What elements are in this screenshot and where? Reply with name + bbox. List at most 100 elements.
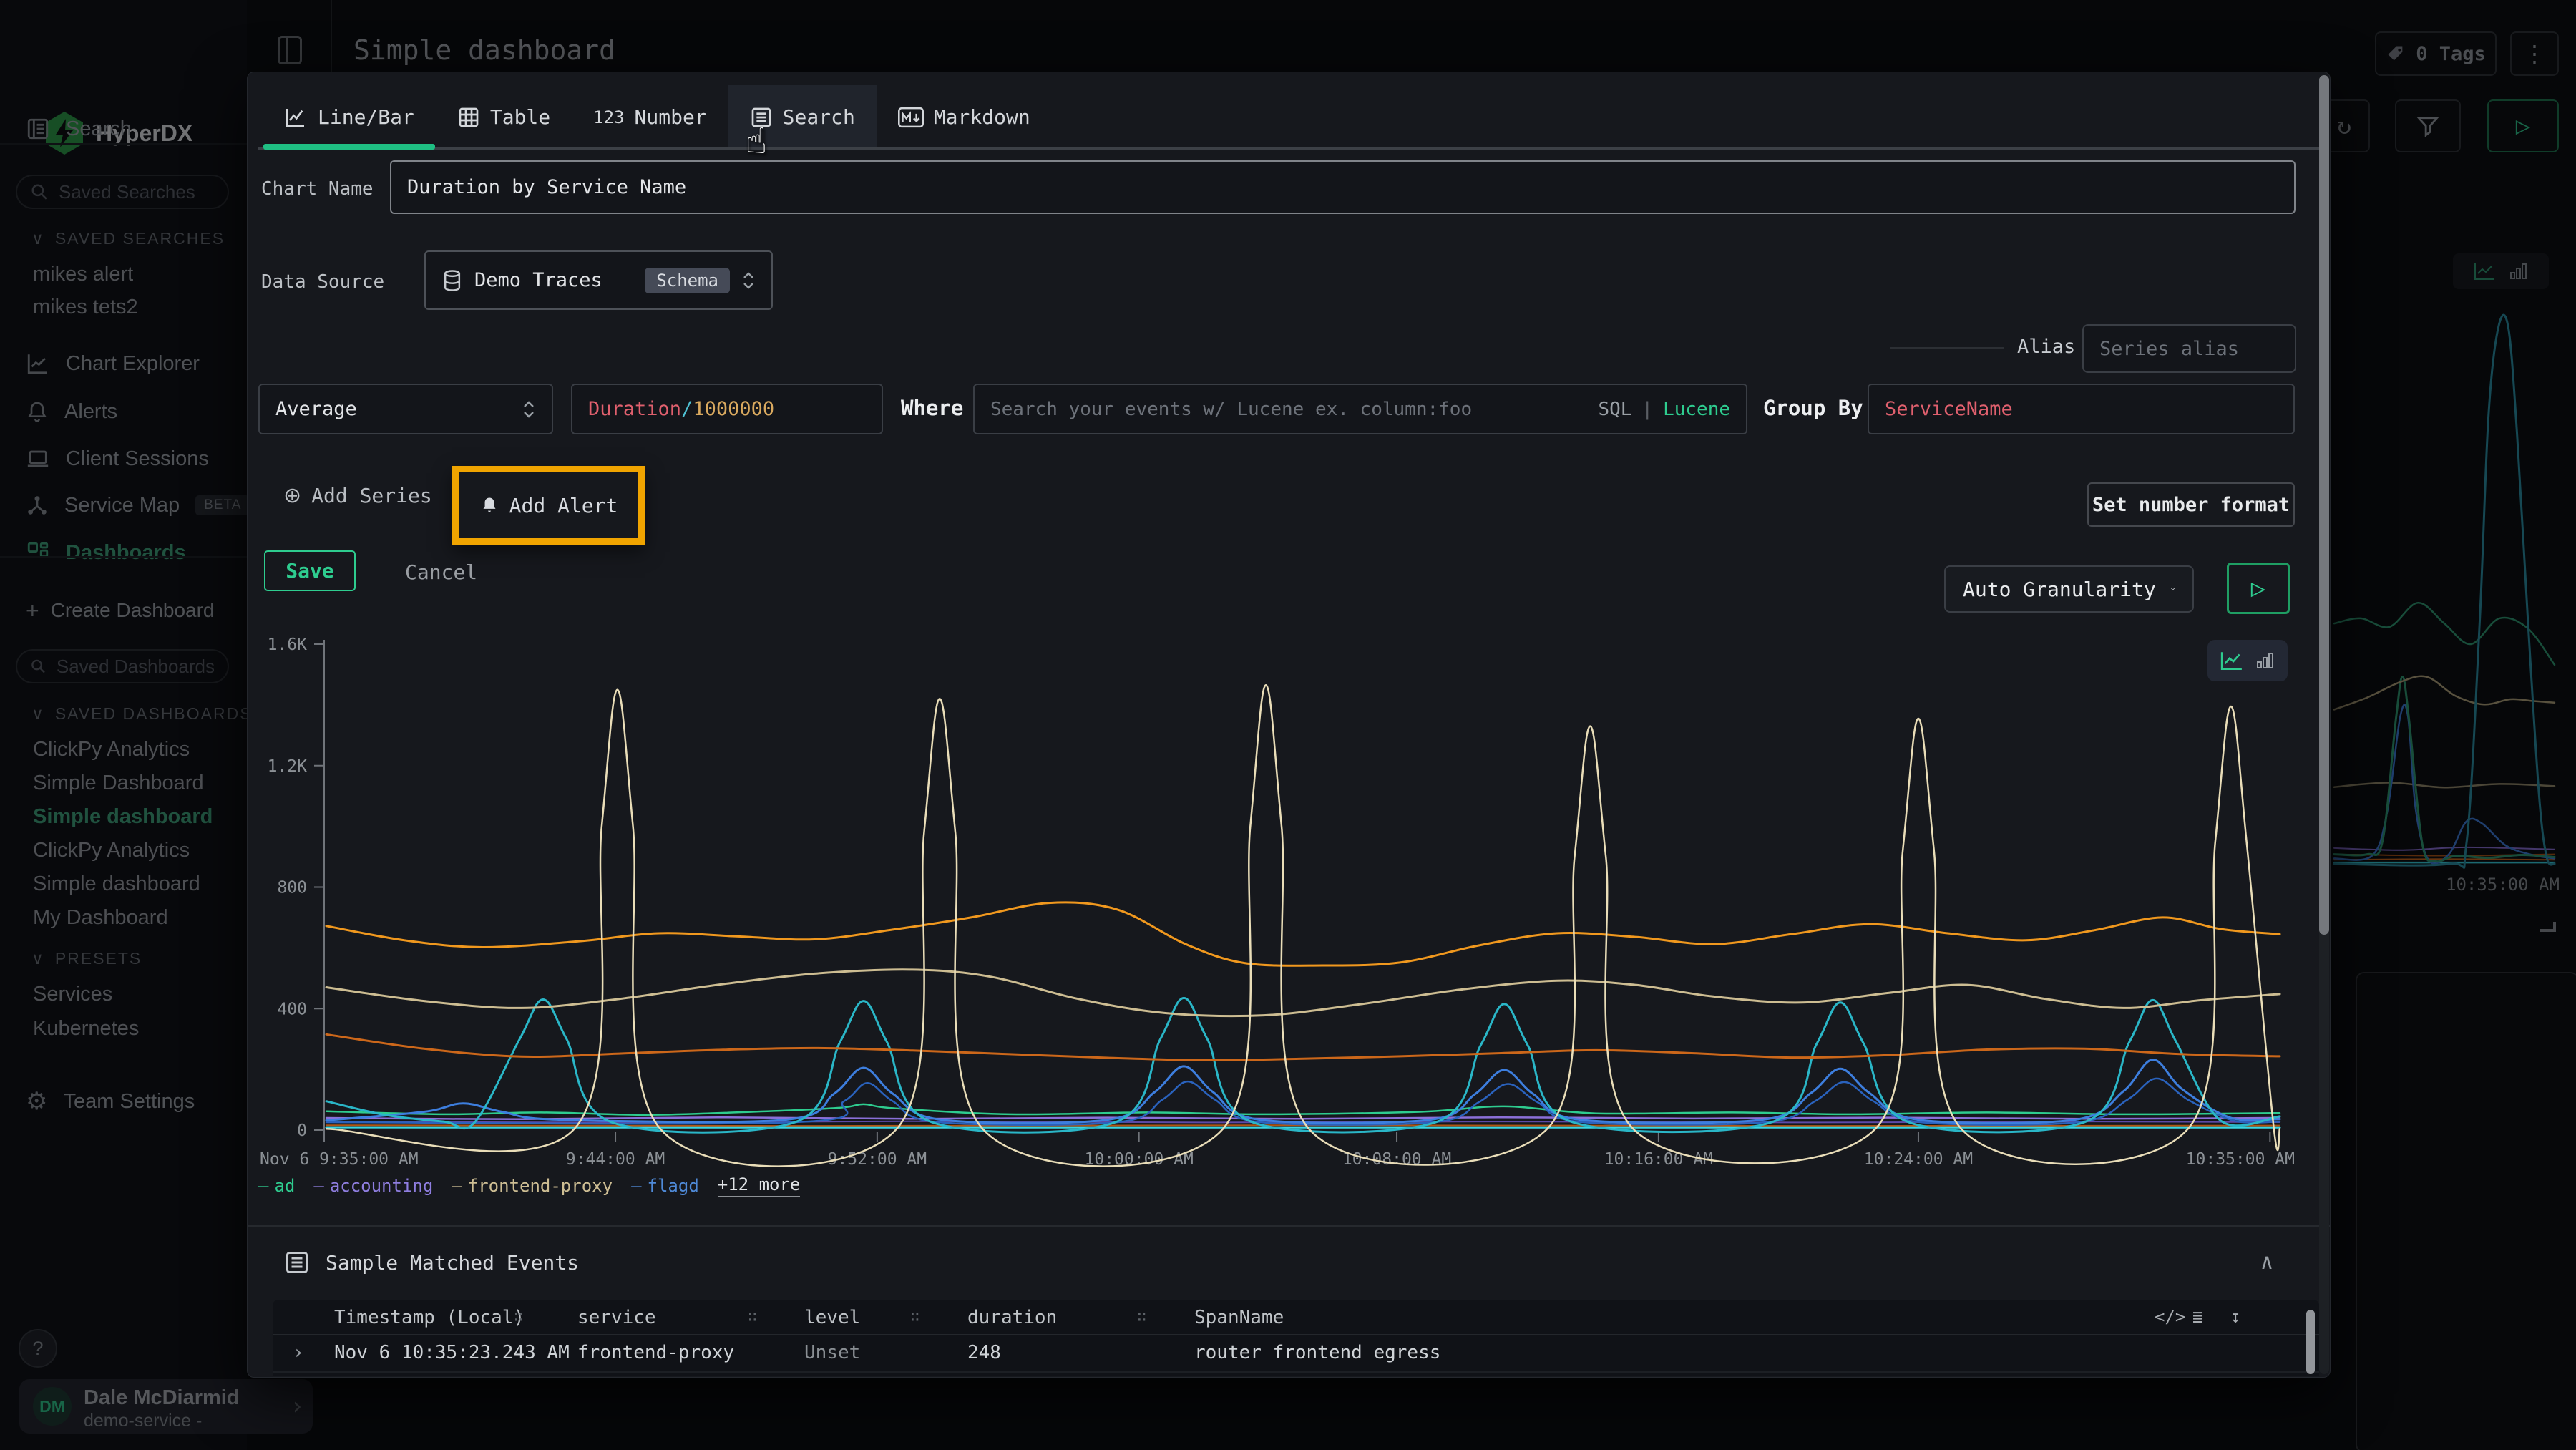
add-alert-highlight: Add Alert bbox=[452, 466, 645, 545]
legend-dash: — bbox=[631, 1176, 641, 1196]
formula-input[interactable]: Duration/1000000 bbox=[571, 384, 883, 434]
legend-dash: — bbox=[452, 1176, 462, 1196]
table-cell[interactable]: Nov 6 10:35:23.243 AM bbox=[334, 1342, 570, 1363]
column-drag-icon[interactable]: ∷ bbox=[910, 1308, 919, 1326]
column-header[interactable]: level bbox=[804, 1307, 860, 1328]
column-header[interactable]: SpanName bbox=[1194, 1307, 1284, 1328]
legend-more-link[interactable]: +12 more bbox=[718, 1174, 801, 1197]
modal-scrollbar-thumb[interactable] bbox=[2319, 75, 2329, 935]
collapse-chevron-icon[interactable]: ∧ bbox=[2260, 1250, 2273, 1275]
mouse-cursor: ☝ bbox=[746, 120, 767, 162]
play-icon: ▷ bbox=[2251, 574, 2265, 603]
column-header[interactable]: service bbox=[577, 1307, 656, 1328]
legend-item[interactable]: —flagd bbox=[631, 1176, 699, 1196]
legend-item[interactable]: —accounting bbox=[313, 1176, 433, 1196]
tab-markdown[interactable]: Markdown bbox=[877, 85, 1052, 149]
mode-separator: | bbox=[1641, 399, 1653, 420]
set-number-format-button[interactable]: Set number format bbox=[2087, 482, 2295, 527]
app-root: Simple dashboard 0 Tags ⋮ ↻ ▷ 10:35:00 A… bbox=[0, 0, 2576, 1450]
chart-play-button[interactable]: ▷ bbox=[2227, 563, 2290, 614]
column-drag-icon[interactable]: ∷ bbox=[748, 1308, 757, 1326]
where-label: Where bbox=[901, 396, 963, 420]
markdown-tab-icon bbox=[898, 107, 924, 128]
select-chevrons-icon bbox=[741, 270, 756, 291]
series-dark-orange bbox=[326, 1034, 2280, 1060]
group-by-label: Group By bbox=[1763, 396, 1863, 420]
row-divider bbox=[273, 1371, 2319, 1373]
tab-bar: Line/Bar Table 123 Number Search Markdow… bbox=[262, 85, 1052, 149]
header-divider bbox=[273, 1334, 2319, 1335]
data-source-label: Data Source bbox=[261, 271, 384, 293]
database-icon bbox=[441, 269, 463, 292]
add-series-button[interactable]: ⊕ Add Series bbox=[283, 483, 432, 508]
y-tick-label: 1.6K bbox=[268, 636, 308, 654]
series-tan bbox=[326, 970, 2280, 1016]
tab-divider bbox=[258, 147, 2319, 150]
legend-item[interactable]: —ad bbox=[258, 1176, 295, 1196]
x-tick-label: 10:24:00 AM bbox=[1864, 1150, 1973, 1169]
tab-number[interactable]: 123 Number bbox=[572, 85, 728, 149]
x-tick-label: 9:44:00 AM bbox=[566, 1150, 665, 1169]
y-tick-label: 800 bbox=[277, 879, 307, 897]
y-tick-label: 1.2K bbox=[268, 757, 308, 776]
series-cream-spikes bbox=[326, 685, 2280, 1166]
y-tick-label: 0 bbox=[297, 1121, 307, 1140]
table-scrollbar-thumb[interactable] bbox=[2306, 1310, 2315, 1374]
sample-events-table: Timestamp (Local)∷service∷level∷duration… bbox=[273, 1300, 2319, 1376]
cancel-button[interactable]: Cancel bbox=[405, 560, 477, 584]
alias-connector-line bbox=[1890, 347, 2004, 349]
chart-editor-modal: Line/Bar Table 123 Number Search Markdow… bbox=[247, 72, 2331, 1378]
formula-token: / bbox=[681, 398, 693, 420]
section-divider bbox=[248, 1225, 2330, 1227]
formula-value: Duration/1000000 bbox=[588, 398, 774, 420]
table-cell[interactable]: Unset bbox=[804, 1342, 860, 1363]
x-tick-label: 10:16:00 AM bbox=[1604, 1150, 1713, 1169]
duration-chart: 0 400 800 1.2K 1.6K Nov 6 9:35:00 AM 9:44:00 A… bbox=[258, 623, 2326, 1189]
aggregation-select[interactable]: Average bbox=[258, 384, 553, 434]
chart-name-input[interactable]: Duration by Service Name bbox=[390, 160, 2296, 214]
row-expand-chevron[interactable]: › bbox=[293, 1342, 304, 1363]
series-green bbox=[326, 1104, 2280, 1115]
granularity-select[interactable]: Auto Granularity bbox=[1944, 565, 2194, 613]
table-cell[interactable]: 248 bbox=[967, 1342, 1001, 1363]
alias-input[interactable]: Series alias bbox=[2082, 324, 2296, 373]
formula-token: 1000000 bbox=[693, 398, 774, 420]
number-tab-icon: 123 bbox=[593, 107, 624, 127]
wrap-lines-icon[interactable]: ≣ bbox=[2192, 1307, 2202, 1327]
y-tick-label: 400 bbox=[277, 1000, 307, 1018]
active-tab-underline bbox=[263, 144, 435, 150]
table-cell[interactable]: router frontend egress bbox=[1194, 1342, 1440, 1363]
group-by-input[interactable]: ServiceName bbox=[1868, 384, 2295, 434]
lucene-mode-button[interactable]: Lucene bbox=[1663, 399, 1730, 420]
series-purple-flat bbox=[326, 1117, 2280, 1119]
table-cell[interactable]: frontend-proxy bbox=[577, 1342, 734, 1363]
table-tab-icon bbox=[457, 106, 480, 129]
add-alert-button[interactable]: Add Alert bbox=[479, 494, 618, 517]
line-bar-tab-icon bbox=[283, 106, 308, 129]
x-tick-label: 10:35:00 AM bbox=[2186, 1150, 2295, 1169]
tab-table[interactable]: Table bbox=[436, 85, 572, 149]
save-button[interactable]: Save bbox=[264, 550, 356, 591]
legend-dash: — bbox=[258, 1176, 268, 1196]
code-icon[interactable]: </> bbox=[2155, 1307, 2185, 1327]
plus-circle-icon: ⊕ bbox=[283, 483, 301, 508]
column-header[interactable]: Timestamp (Local) bbox=[334, 1307, 525, 1328]
bell-icon bbox=[479, 495, 499, 516]
select-chevrons-icon bbox=[522, 399, 536, 420]
modal-scrollbar-track[interactable] bbox=[2319, 75, 2329, 1374]
where-input[interactable]: Search your events w/ Lucene ex. column:… bbox=[973, 384, 1747, 434]
legend-dash: — bbox=[313, 1176, 323, 1196]
tab-line-bar[interactable]: Line/Bar bbox=[262, 85, 436, 149]
x-tick-label: 9:52:00 AM bbox=[828, 1150, 927, 1169]
x-tick-label: Nov 6 9:35:00 AM bbox=[260, 1150, 419, 1169]
legend-item[interactable]: —frontend-proxy bbox=[452, 1176, 613, 1196]
column-drag-icon[interactable]: ∷ bbox=[1137, 1308, 1146, 1326]
column-drag-icon[interactable]: ∷ bbox=[514, 1308, 523, 1326]
sample-events-header[interactable]: Sample Matched Events bbox=[284, 1250, 579, 1275]
series-orange bbox=[326, 902, 2280, 965]
schema-badge[interactable]: Schema bbox=[645, 268, 730, 293]
data-source-select[interactable]: Demo Traces Schema bbox=[424, 250, 773, 310]
download-icon[interactable]: ↧ bbox=[2230, 1307, 2240, 1327]
sql-mode-button[interactable]: SQL bbox=[1598, 399, 1631, 420]
column-header[interactable]: duration bbox=[967, 1307, 1057, 1328]
